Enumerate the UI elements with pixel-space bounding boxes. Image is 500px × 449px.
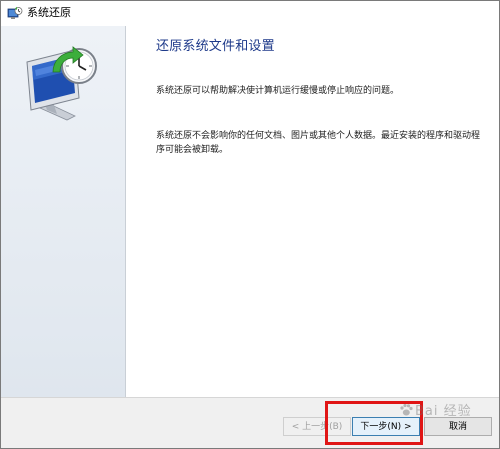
cancel-button[interactable]: 取消 xyxy=(424,417,492,436)
page-heading: 还原系统文件和设置 xyxy=(156,39,275,54)
system-restore-window: 系统还原 还原系统文件和设置 系统还原可以帮助解决使计算机运行缓慢或停止响应的问… xyxy=(0,0,500,449)
sidebar-panel xyxy=(1,26,126,397)
back-button[interactable]: < 上一步(B) xyxy=(283,417,351,436)
system-restore-icon xyxy=(7,6,23,19)
window-title: 系统还原 xyxy=(27,6,71,19)
next-button[interactable]: 下一步(N) > xyxy=(352,417,420,436)
description-paragraph-1: 系统还原可以帮助解决使计算机运行缓慢或停止响应的问题。 xyxy=(156,86,400,96)
content-panel: 还原系统文件和设置 系统还原可以帮助解决使计算机运行缓慢或停止响应的问题。 系统… xyxy=(126,26,499,397)
title-bar: 系统还原 xyxy=(1,1,499,26)
description-paragraph-2: 系统还原不会影响你的任何文档、图片或其他个人数据。最近安装的程序和驱动程序可能会… xyxy=(156,131,481,155)
restore-clock-monitor-icon xyxy=(26,46,97,121)
